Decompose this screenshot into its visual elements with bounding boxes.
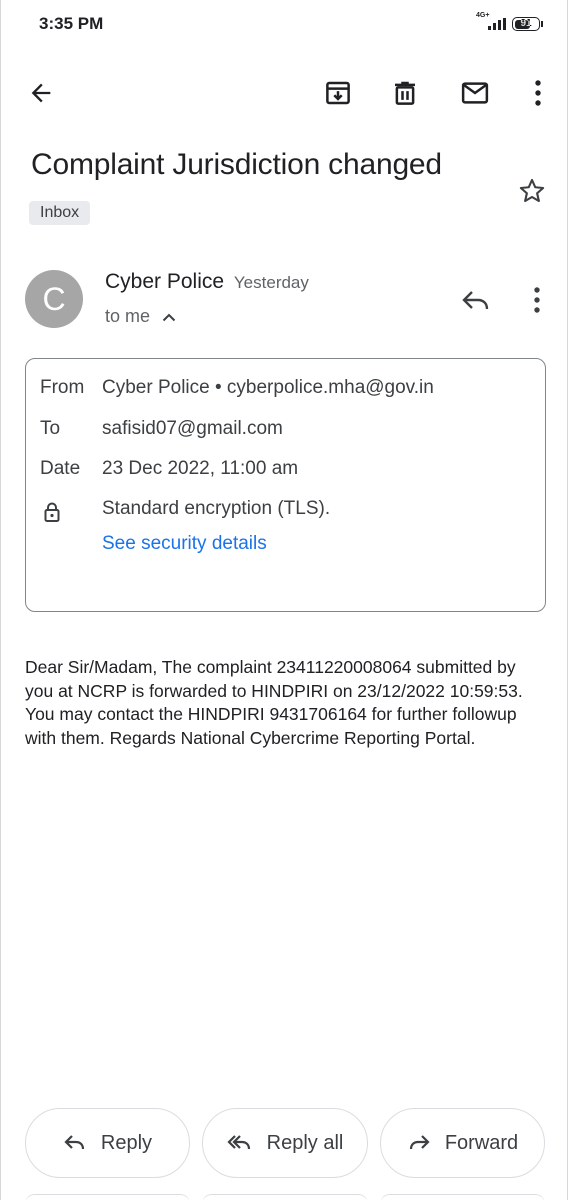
forward-label: Forward [444, 1131, 519, 1154]
chevron-up-icon [162, 313, 176, 321]
email-subject: Complaint Jurisdiction changed [31, 148, 442, 181]
email-toolbar [1, 70, 567, 116]
reply-actions-bar: Reply Reply all Forward [1, 1108, 567, 1178]
arrow-back-icon [31, 83, 51, 103]
battery-level: 91 [520, 18, 532, 29]
back-button[interactable] [18, 70, 64, 116]
sender-line: Cyber Police Yesterday [105, 270, 309, 294]
archive-button[interactable] [315, 70, 361, 116]
label-chip-inbox[interactable]: Inbox [29, 201, 91, 225]
email-body: Dear Sir/Madam, The complaint 2341122000… [25, 657, 523, 748]
star-button[interactable] [517, 176, 547, 206]
date-value: 23 Dec 2022, 11:00 am [102, 458, 299, 479]
reply-label: Reply [100, 1131, 153, 1154]
forward-button[interactable]: Forward [380, 1108, 545, 1178]
reply-action-button[interactable]: Reply [25, 1108, 190, 1178]
to-value: safisid07@gmail.com [102, 418, 283, 439]
next-row-button-edge [25, 1194, 190, 1200]
date-label: Date [40, 458, 81, 479]
reply-button[interactable] [459, 284, 493, 316]
recipient-toggle[interactable]: to me [105, 306, 176, 327]
lock-icon [44, 502, 60, 522]
reply-all-label: Reply all [266, 1131, 344, 1154]
recipient-summary: to me [105, 306, 151, 326]
more-options-button[interactable] [515, 70, 561, 116]
archive-icon [326, 81, 350, 105]
mail-icon [461, 82, 489, 104]
reply-icon [64, 1135, 85, 1150]
delete-button[interactable] [382, 70, 428, 116]
forward-icon [409, 1135, 430, 1150]
reply-icon [462, 291, 489, 310]
status-time: 3:35 PM [39, 14, 104, 33]
encryption-value: Standard encryption (TLS). [102, 498, 331, 519]
status-bar: 3:35 PM 4G+ 91 [1, 0, 567, 50]
next-row-button-edge [202, 1194, 368, 1200]
reply-all-icon [227, 1135, 250, 1150]
reply-all-button[interactable]: Reply all [202, 1108, 368, 1178]
avatar[interactable]: C [25, 270, 83, 328]
next-row-button-edge [380, 1194, 545, 1200]
sender-name: Cyber Police [105, 270, 225, 293]
star-icon [519, 178, 545, 203]
message-details-panel: From Cyber Police • cyberpolice.mha@gov.… [25, 358, 546, 612]
security-details-link[interactable]: See security details [102, 533, 267, 555]
more-vert-icon [534, 287, 540, 313]
mark-unread-button[interactable] [452, 70, 498, 116]
more-vert-icon [535, 80, 541, 106]
to-label: To [40, 418, 61, 439]
from-label: From [40, 377, 85, 398]
trash-icon [395, 81, 415, 105]
sender-date: Yesterday [233, 273, 309, 292]
message-more-button[interactable] [525, 284, 549, 316]
from-value: Cyber Police • cyberpolice.mha@gov.in [102, 377, 434, 398]
battery-icon: 91 [512, 17, 543, 31]
signal-icon: 4G+ [476, 12, 510, 34]
